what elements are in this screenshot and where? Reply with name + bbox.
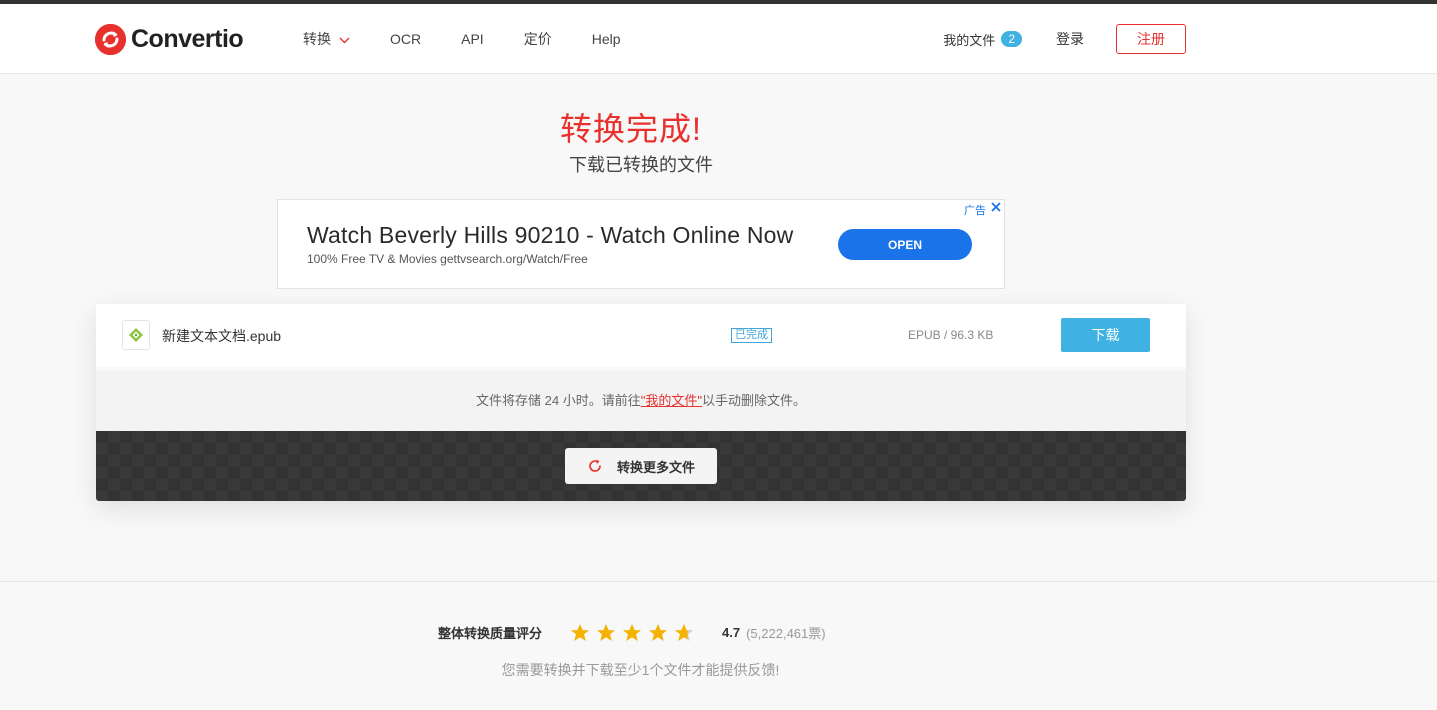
epub-file-icon	[122, 320, 150, 350]
quality-rating: 整体转换质量评分 4.7 (5,222,461票)	[438, 620, 826, 644]
convertio-logo-icon	[95, 23, 126, 55]
login-link[interactable]: 登录	[1056, 29, 1084, 49]
nav-pricing[interactable]: 定价	[524, 29, 552, 49]
convert-more-button[interactable]: 转换更多文件	[565, 448, 717, 484]
my-files-link[interactable]: 我的文件 2	[943, 30, 1022, 49]
conversion-panel: 新建文本文档.epub 已完成 EPUB / 96.3 KB 下载 文件将存储 …	[96, 304, 1186, 501]
footer-divider	[0, 581, 1437, 582]
main-nav: 转换 OCR API 定价 Help	[303, 4, 661, 74]
star-icon[interactable]	[648, 623, 668, 642]
site-header: Convertio 转换 OCR API 定价 Help 我的文件 2 登录 注…	[0, 4, 1437, 74]
my-files-count-badge: 2	[1001, 31, 1022, 47]
nav-ocr[interactable]: OCR	[390, 31, 421, 47]
nav-help[interactable]: Help	[592, 31, 621, 47]
feedback-note: 您需要转换并下载至少1个文件才能提供反馈!	[501, 662, 780, 678]
status-badge: 已完成	[731, 328, 772, 343]
logo-text: Convertio	[131, 24, 244, 53]
nav-convert-label: 转换	[303, 31, 331, 47]
refresh-icon	[587, 458, 603, 474]
page-subtitle: 下载已转换的文件	[569, 155, 713, 175]
star-icon[interactable]	[622, 623, 642, 642]
star-icon[interactable]	[570, 623, 590, 642]
star-icon[interactable]	[674, 623, 694, 642]
header-actions: 我的文件 2 登录 注册	[943, 4, 1186, 74]
convert-more-label: 转换更多文件	[616, 459, 695, 475]
storage-note-text: 文件将存储 24 小时。请前往	[476, 393, 641, 408]
rating-score: 4.7	[722, 624, 741, 640]
ad-open-button[interactable]: OPEN	[838, 229, 972, 260]
ad-title[interactable]: Watch Beverly Hills 90210 - Watch Online…	[307, 222, 793, 249]
nav-api[interactable]: API	[461, 31, 484, 47]
logo[interactable]: Convertio	[95, 23, 244, 55]
nav-convert[interactable]: 转换	[303, 29, 350, 49]
storage-note-text-end: 以手动删除文件。	[701, 393, 806, 408]
rating-stars[interactable]	[570, 623, 700, 642]
rating-votes: (5,222,461票)	[746, 625, 826, 641]
storage-note: 文件将存储 24 小时。请前往"我的文件"以手动删除文件。	[96, 371, 1186, 431]
file-row: 新建文本文档.epub 已完成 EPUB / 96.3 KB 下载	[96, 304, 1186, 367]
page-title: 转换完成!	[560, 111, 702, 147]
my-files-inline-link[interactable]: "我的文件"	[641, 393, 702, 408]
rating-label: 整体转换质量评分	[438, 625, 543, 641]
star-icon[interactable]	[596, 623, 616, 642]
ad-close-icon[interactable]	[990, 200, 1002, 216]
ad-subtitle: 100% Free TV & Movies gettvsearch.org/Wa…	[307, 252, 588, 266]
file-name: 新建文本文档.epub	[162, 328, 282, 344]
chevron-down-icon	[339, 31, 350, 47]
register-button[interactable]: 注册	[1116, 24, 1186, 54]
my-files-label: 我的文件	[943, 32, 996, 48]
download-button[interactable]: 下载	[1061, 318, 1150, 352]
ad-banner[interactable]: Watch Beverly Hills 90210 - Watch Online…	[277, 199, 1005, 289]
ad-tag[interactable]: 广告	[964, 202, 986, 218]
file-format-size: EPUB / 96.3 KB	[908, 328, 994, 342]
convert-more-bar: 转换更多文件	[96, 431, 1186, 501]
